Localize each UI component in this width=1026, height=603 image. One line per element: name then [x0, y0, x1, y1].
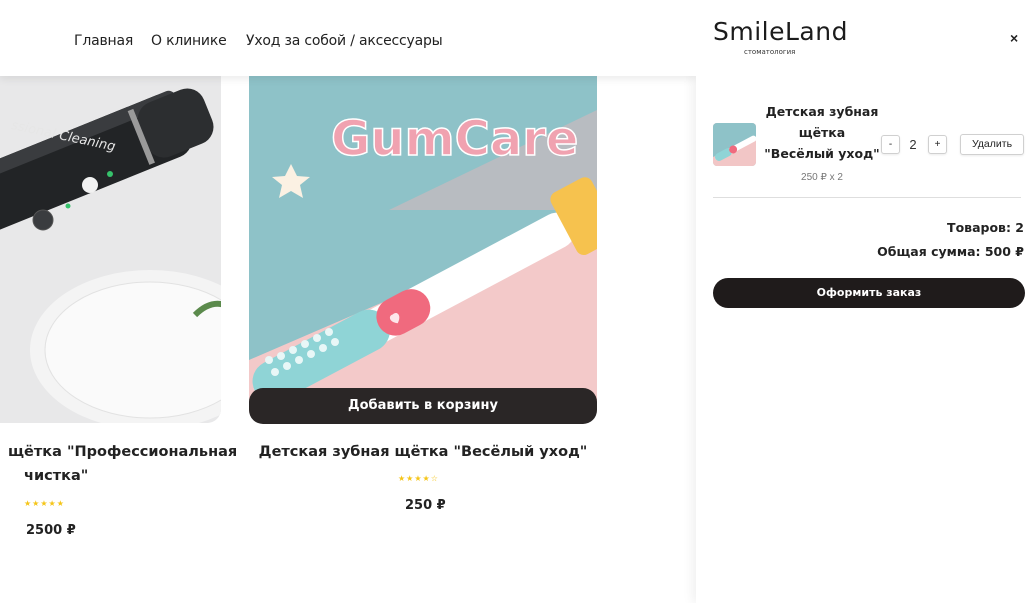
logo-subtitle: стоматология	[744, 48, 796, 56]
cart-panel: SmileLand стоматология × Детская зубная …	[696, 0, 1026, 603]
cart-item-name: Детская зубная щётка "Весёлый уход"	[764, 104, 880, 161]
close-icon[interactable]: ×	[1010, 30, 1018, 46]
nav-link-self-care-accessories[interactable]: Уход за собой / аксессуары	[246, 33, 443, 49]
divider	[713, 197, 1021, 198]
logo[interactable]: SmileLand	[713, 17, 848, 46]
product-image-print: GumCare	[331, 111, 578, 167]
product-rating-stars: ★★★★★	[24, 499, 65, 508]
product-title-line1[interactable]: щётка "Профессиональная	[8, 440, 237, 464]
cart-item-price: 250 ₽ x 2	[801, 172, 843, 183]
cart-total-sum: Общая сумма: 500 ₽	[877, 244, 1024, 259]
add-to-cart-button[interactable]: Добавить в корзину	[249, 388, 597, 424]
product-price: 2500 ₽	[26, 523, 76, 538]
product-price: 250 ₽	[405, 498, 446, 513]
shop-page: Главная О клинике Уход за собой / аксесс…	[0, 0, 696, 603]
cart-item-count: Товаров: 2	[947, 220, 1024, 235]
quantity-value: 2	[909, 137, 917, 152]
quantity-decrease-button[interactable]: -	[881, 135, 900, 154]
cart-item-thumbnail	[713, 123, 756, 166]
top-navigation: Главная О клинике Уход за собой / аксесс…	[0, 0, 696, 76]
quantity-increase-button[interactable]: +	[928, 135, 947, 154]
remove-item-button[interactable]: Удалить	[960, 134, 1024, 155]
product-image-electric-toothbrush[interactable]: ssional Cleaning	[0, 60, 221, 423]
product-title-line2[interactable]: чистка"	[24, 464, 88, 488]
nav-link-home[interactable]: Главная	[74, 33, 133, 49]
product-title[interactable]: Детская зубная щётка "Весёлый уход"	[249, 440, 597, 464]
nav-link-about-clinic[interactable]: О клинике	[151, 33, 227, 49]
product-image-kids-toothbrush[interactable]: GumCare	[249, 60, 597, 423]
product-rating-stars: ★★★★☆	[398, 474, 439, 483]
checkout-button[interactable]: Оформить заказ	[713, 278, 1025, 308]
